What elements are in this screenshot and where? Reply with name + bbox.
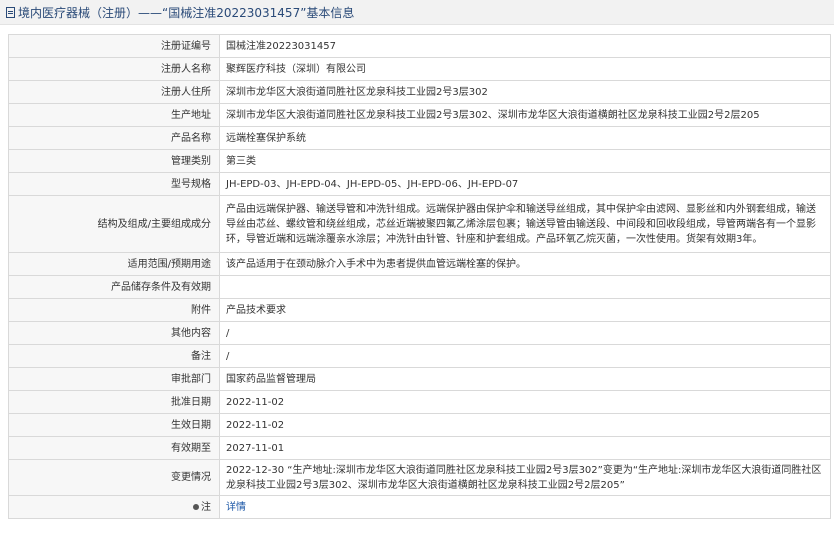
table-row: 产品名称 远端栓塞保护系统 bbox=[8, 126, 831, 150]
row-label: 其他内容 bbox=[8, 321, 220, 345]
row-value: 深圳市龙华区大浪街道同胜社区龙泉科技工业园2号3层302、深圳市龙华区大浪街道横… bbox=[219, 103, 831, 127]
table-row: 结构及组成/主要组成成分 产品由远端保护器、输送导管和冲洗针组成。远端保护器由保… bbox=[8, 195, 831, 253]
table-row: 注册人住所 深圳市龙华区大浪街道同胜社区龙泉科技工业园2号3层302 bbox=[8, 80, 831, 104]
page-header: 境内医疗器械（注册）——“国械注准20223031457”基本信息 bbox=[0, 0, 834, 25]
row-value: 2022-11-02 bbox=[219, 413, 831, 437]
row-value bbox=[219, 275, 831, 299]
table-row: 其他内容 / bbox=[8, 321, 831, 345]
row-label: 注册人名称 bbox=[8, 57, 220, 81]
document-icon bbox=[6, 6, 15, 18]
row-value: 2022-11-02 bbox=[219, 390, 831, 414]
row-label: 注册证编号 bbox=[8, 34, 220, 58]
table-row: 备注 / bbox=[8, 344, 831, 368]
row-label: 批准日期 bbox=[8, 390, 220, 414]
row-label: 有效期至 bbox=[8, 436, 220, 460]
row-label: 型号规格 bbox=[8, 172, 220, 196]
row-value: 国家药品监督管理局 bbox=[219, 367, 831, 391]
row-label: 审批部门 bbox=[8, 367, 220, 391]
table-row: 有效期至 2027-11-01 bbox=[8, 436, 831, 460]
table-row: 适用范围/预期用途 该产品适用于在颈动脉介入手术中为患者提供血管远端栓塞的保护。 bbox=[8, 252, 831, 276]
note-label: 注 bbox=[201, 501, 211, 513]
row-label: 附件 bbox=[8, 298, 220, 322]
row-label: 管理类别 bbox=[8, 149, 220, 173]
table-row: 附件 产品技术要求 bbox=[8, 298, 831, 322]
row-value: 2027-11-01 bbox=[219, 436, 831, 460]
row-value: 产品技术要求 bbox=[219, 298, 831, 322]
row-label: 备注 bbox=[8, 344, 220, 368]
table-row: 注册证编号 国械注准20223031457 bbox=[8, 34, 831, 58]
details-link[interactable]: 详情 bbox=[226, 502, 246, 513]
table-row: 生效日期 2022-11-02 bbox=[8, 413, 831, 437]
note-label-cell: 注 bbox=[8, 495, 220, 519]
table-row: 审批部门 国家药品监督管理局 bbox=[8, 367, 831, 391]
row-value: / bbox=[219, 344, 831, 368]
row-label: 生效日期 bbox=[8, 413, 220, 437]
row-value: 该产品适用于在颈动脉介入手术中为患者提供血管远端栓塞的保护。 bbox=[219, 252, 831, 276]
table-row: 变更情况 2022-12-30 “生产地址:深圳市龙华区大浪街道同胜社区龙泉科技… bbox=[8, 459, 831, 496]
table-row: 生产地址 深圳市龙华区大浪街道同胜社区龙泉科技工业园2号3层302、深圳市龙华区… bbox=[8, 103, 831, 127]
row-value: 深圳市龙华区大浪街道同胜社区龙泉科技工业园2号3层302 bbox=[219, 80, 831, 104]
row-label: 产品储存条件及有效期 bbox=[8, 275, 220, 299]
row-label: 产品名称 bbox=[8, 126, 220, 150]
table-row-note: 注 详情 bbox=[8, 495, 831, 519]
row-value: 2022-12-30 “生产地址:深圳市龙华区大浪街道同胜社区龙泉科技工业园2号… bbox=[219, 459, 831, 496]
row-label: 注册人住所 bbox=[8, 80, 220, 104]
page-title: 境内医疗器械（注册）——“国械注准20223031457”基本信息 bbox=[18, 5, 355, 20]
detail-table: 注册证编号 国械注准20223031457 注册人名称 聚辉医疗科技（深圳）有限… bbox=[8, 34, 831, 519]
row-value: JH-EPD-03、JH-EPD-04、JH-EPD-05、JH-EPD-06、… bbox=[219, 172, 831, 196]
table-row: 批准日期 2022-11-02 bbox=[8, 390, 831, 414]
row-value: 第三类 bbox=[219, 149, 831, 173]
row-value: 产品由远端保护器、输送导管和冲洗针组成。远端保护器由保护伞和输送导丝组成，其中保… bbox=[219, 195, 831, 253]
row-value: 国械注准20223031457 bbox=[219, 34, 831, 58]
details-cell: 详情 bbox=[219, 495, 831, 519]
table-row: 产品储存条件及有效期 bbox=[8, 275, 831, 299]
row-label: 生产地址 bbox=[8, 103, 220, 127]
row-label: 适用范围/预期用途 bbox=[8, 252, 220, 276]
table-row: 管理类别 第三类 bbox=[8, 149, 831, 173]
table-row: 型号规格 JH-EPD-03、JH-EPD-04、JH-EPD-05、JH-EP… bbox=[8, 172, 831, 196]
page: 境内医疗器械（注册）——“国械注准20223031457”基本信息 注册证编号 … bbox=[0, 0, 834, 548]
row-label: 结构及组成/主要组成成分 bbox=[8, 195, 220, 253]
row-value: 远端栓塞保护系统 bbox=[219, 126, 831, 150]
row-value: 聚辉医疗科技（深圳）有限公司 bbox=[219, 57, 831, 81]
table-row: 注册人名称 聚辉医疗科技（深圳）有限公司 bbox=[8, 57, 831, 81]
row-label: 变更情况 bbox=[8, 459, 220, 496]
row-value: / bbox=[219, 321, 831, 345]
bullet-icon bbox=[193, 503, 199, 510]
